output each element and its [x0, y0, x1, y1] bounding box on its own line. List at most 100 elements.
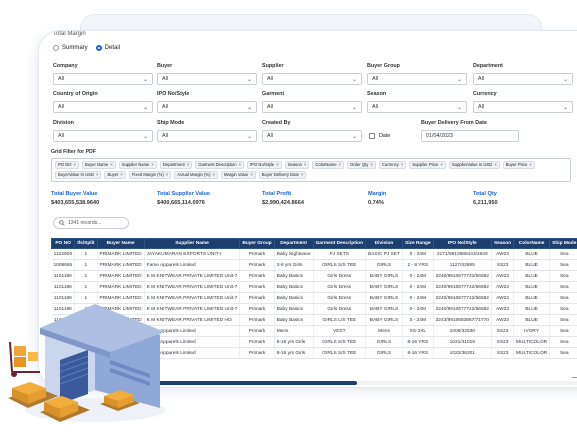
table-cell: 1	[74, 259, 98, 271]
warehouse-illustration	[8, 304, 165, 422]
table-cell: XS-3XL	[402, 325, 434, 337]
column-header[interactable]: PO NO	[50, 238, 76, 249]
table-row[interactable]: 11011861PRIMARK LIMITEDK M KNITWEAR PRIV…	[51, 270, 577, 282]
filter-chip[interactable]: Buyer Name ×	[81, 161, 116, 169]
filter-chip[interactable]: Fixed Margin (%) ×	[128, 171, 172, 179]
remove-chip-icon[interactable]: ×	[187, 162, 189, 167]
remove-chip-icon[interactable]: ×	[276, 162, 278, 167]
supplier-select[interactable]: All ⌄	[262, 73, 362, 85]
detail-radio[interactable]: Detail	[95, 45, 120, 51]
country-of-origin-select[interactable]: All ⌄	[53, 101, 153, 113]
season-select[interactable]: All ⌄	[367, 101, 467, 113]
department-select[interactable]: All ⌄	[473, 73, 573, 85]
summary-radio[interactable]: Summary	[53, 45, 88, 51]
column-header[interactable]: Division	[365, 238, 404, 249]
filter-chip[interactable]: Buyer Price ×	[502, 161, 535, 169]
remove-chip-icon[interactable]: ×	[120, 172, 122, 177]
filter-chip[interactable]: Supplier Name ×	[118, 161, 157, 169]
table-cell: 1102909	[51, 248, 76, 260]
records-search-input[interactable]: 1341 records...	[53, 217, 129, 229]
garment-select[interactable]: All ⌄	[262, 101, 362, 113]
remove-chip-icon[interactable]: ×	[401, 162, 403, 167]
grid-filter-chip-list[interactable]: PO NO × Buyer Name × Supplier Name × Departmen…	[51, 158, 571, 182]
ipo-no-style-select[interactable]: All ⌄	[157, 101, 257, 113]
table-cell: 1021/41019	[433, 336, 492, 348]
filter-chip[interactable]: BuyerValue In USD ×	[55, 171, 102, 179]
table-cell: Primark	[239, 281, 275, 293]
column-header[interactable]: ColorName	[513, 238, 551, 249]
table-cell: Sea	[549, 314, 577, 326]
ship-mode-filter: Ship Mode All ⌄	[157, 120, 257, 142]
remove-chip-icon[interactable]: ×	[110, 162, 112, 167]
column-header[interactable]: Supplier Name	[143, 238, 241, 249]
table-cell: 1101186	[51, 270, 76, 282]
buyer-group-select[interactable]: All ⌄	[367, 73, 467, 85]
column-header[interactable]: Garment Description	[312, 238, 367, 249]
remove-chip-icon[interactable]: ×	[250, 172, 252, 177]
remove-chip-icon[interactable]: ×	[304, 162, 306, 167]
filter-chip[interactable]: Garment Description ×	[195, 161, 245, 169]
total-buyer-value: Total Buyer Value $403,655,538.9640	[51, 191, 100, 206]
table-cell: Baby Basics	[274, 270, 314, 282]
remove-chip-icon[interactable]: ×	[440, 162, 442, 167]
remove-chip-icon[interactable]: ×	[151, 162, 153, 167]
column-header[interactable]: Department	[273, 238, 314, 249]
filter-chip[interactable]: PO NO ×	[55, 161, 79, 169]
country-of-origin-filter: Country of Origin All ⌄	[53, 91, 153, 113]
company-select[interactable]: All ⌄	[53, 73, 153, 85]
table-cell: Girls Dress	[313, 292, 367, 304]
column-header[interactable]: Buyer Name	[96, 238, 145, 249]
table-cell: 1022/36201	[433, 347, 492, 359]
remove-chip-icon[interactable]: ×	[494, 162, 496, 167]
filter-chip[interactable]: SupplierValue In USD ×	[448, 161, 500, 169]
filter-chip[interactable]: Buyer Delivery Date ×	[258, 171, 307, 179]
total-qty: Total Qty 6,211,950	[473, 191, 498, 206]
division-filter: Division All ⌄	[53, 120, 153, 142]
table-cell: 0 - 24M	[402, 292, 434, 304]
column-header[interactable]: Season	[490, 238, 515, 249]
filter-chip[interactable]: Season ×	[284, 161, 310, 169]
table-cell: 2171/9910688443/4649	[433, 248, 492, 260]
date-checkbox[interactable]: Date	[369, 133, 390, 139]
column-header[interactable]: Buyer Group	[239, 238, 275, 249]
remove-chip-icon[interactable]: ×	[239, 162, 241, 167]
ship-mode-select[interactable]: All ⌄	[157, 130, 257, 142]
remove-chip-icon[interactable]: ×	[370, 162, 372, 167]
column-header[interactable]: Ifs/Split	[74, 238, 98, 249]
filter-chip[interactable]: IPO No/Style ×	[247, 161, 282, 169]
table-cell: GIRLS L/S TEE	[313, 314, 367, 326]
remove-chip-icon[interactable]: ×	[339, 162, 341, 167]
table-cell: 0 - 24M	[402, 281, 434, 293]
created-by-select[interactable]: All ⌄	[262, 130, 362, 142]
filter-chip[interactable]: Currency ×	[378, 161, 407, 169]
column-header[interactable]: Ship Mode	[549, 238, 577, 249]
remove-chip-icon[interactable]: ×	[74, 162, 76, 167]
table-cell: Primark	[239, 336, 275, 348]
chevron-down-icon: ⌄	[246, 133, 252, 140]
remove-chip-icon[interactable]: ×	[166, 172, 168, 177]
buyer-delivery-from-input[interactable]: 01/04/2023	[421, 130, 519, 142]
filter-chip[interactable]: Order Qty ×	[347, 161, 376, 169]
filter-chip[interactable]: Department ×	[159, 161, 193, 169]
filter-chip[interactable]: Actual Margin (%) ×	[174, 171, 218, 179]
buyer-select[interactable]: All ⌄	[157, 73, 257, 85]
table-cell: 8-16 YRS	[402, 347, 434, 359]
remove-chip-icon[interactable]: ×	[529, 162, 531, 167]
column-header[interactable]: Size Range	[402, 238, 434, 249]
table-cell: 0 - 24M	[402, 270, 434, 282]
table-row[interactable]: 1102909 1 PRIMARK LIMITED JAYAKUMARAN EXPOR…	[51, 248, 577, 260]
table-cell: 1006/32530	[433, 325, 492, 337]
remove-chip-icon[interactable]: ×	[301, 172, 303, 177]
filter-chip[interactable]: Margin Value ×	[220, 171, 256, 179]
buyer-group-filter: Buyer Group All ⌄	[367, 63, 467, 85]
filter-chip[interactable]: Buyer ×	[104, 171, 126, 179]
filter-chip[interactable]: ColorName ×	[312, 161, 344, 169]
remove-chip-icon[interactable]: ×	[96, 172, 98, 177]
division-select[interactable]: All ⌄	[53, 130, 153, 142]
table-row[interactable]: 1008665 1 PRIMARK LIMITED Fame Apparels Lim…	[51, 259, 577, 271]
column-header[interactable]: IPO No/Style	[432, 238, 492, 249]
filter-chip[interactable]: Supplier Price ×	[409, 161, 446, 169]
currency-select[interactable]: All ⌄	[473, 101, 573, 113]
remove-chip-icon[interactable]: ×	[212, 172, 214, 177]
table-cell: Primark	[239, 259, 275, 271]
